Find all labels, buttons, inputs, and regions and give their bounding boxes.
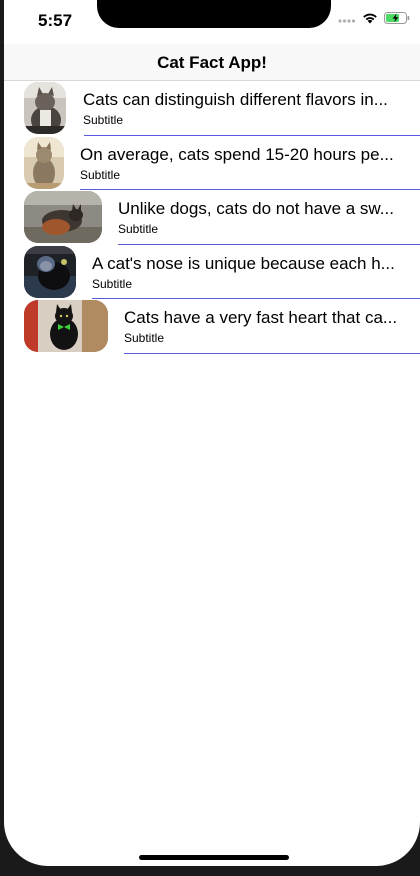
fact-title: Unlike dogs, cats do not have a sw... xyxy=(118,199,394,218)
fact-subtitle: Subtitle xyxy=(118,222,159,236)
list-item[interactable]: Cats have a very fast heart that ca... S… xyxy=(4,299,420,354)
device-notch xyxy=(97,0,331,28)
status-icons xyxy=(338,11,410,29)
row-separator xyxy=(124,352,420,354)
list-item-text: Cats have a very fast heart that ca... S… xyxy=(124,308,420,346)
fact-title: Cats have a very fast heart that ca... xyxy=(124,308,398,327)
list-item[interactable]: On average, cats spend 15-20 hours pe...… xyxy=(4,136,420,190)
fact-subtitle: Subtitle xyxy=(124,331,165,345)
cat-fact-list[interactable]: Cats can distinguish different flavors i… xyxy=(4,81,420,354)
list-item[interactable]: Cats can distinguish different flavors i… xyxy=(4,81,420,136)
home-indicator[interactable] xyxy=(139,855,289,860)
cat-photo-thumbnail xyxy=(24,82,66,134)
device-screen: 5:57 Cat Fact App! Cats can distinguish … xyxy=(4,0,420,866)
list-item[interactable]: Unlike dogs, cats do not have a sw... Su… xyxy=(4,190,420,245)
battery-charging-icon xyxy=(384,11,410,29)
list-item[interactable]: A cat's nose is unique because each h...… xyxy=(4,245,420,299)
fact-subtitle: Subtitle xyxy=(83,113,124,127)
cat-photo-thumbnail xyxy=(24,136,64,189)
status-time: 5:57 xyxy=(38,11,73,30)
fact-title: Cats can distinguish different flavors i… xyxy=(83,90,388,109)
fact-title: On average, cats spend 15-20 hours pe... xyxy=(80,144,394,164)
fact-title: A cat's nose is unique because each h... xyxy=(92,253,395,273)
list-item-text: On average, cats spend 15-20 hours pe...… xyxy=(80,145,420,183)
page-title: Cat Fact App! xyxy=(157,53,267,72)
fact-subtitle: Subtitle xyxy=(92,276,133,291)
list-item-text: A cat's nose is unique because each h...… xyxy=(92,254,420,292)
cat-photo-thumbnail xyxy=(24,245,76,298)
signal-dots-icon xyxy=(338,11,356,29)
list-item-text: Cats can distinguish different flavors i… xyxy=(83,90,420,128)
status-bar: 5:57 xyxy=(4,0,420,44)
list-item-text: Unlike dogs, cats do not have a sw... Su… xyxy=(118,199,420,237)
cat-photo-thumbnail xyxy=(24,191,102,243)
fact-subtitle: Subtitle xyxy=(80,167,121,182)
wifi-icon xyxy=(362,11,378,29)
cat-photo-thumbnail xyxy=(24,300,108,352)
navigation-bar: Cat Fact App! xyxy=(4,44,420,81)
